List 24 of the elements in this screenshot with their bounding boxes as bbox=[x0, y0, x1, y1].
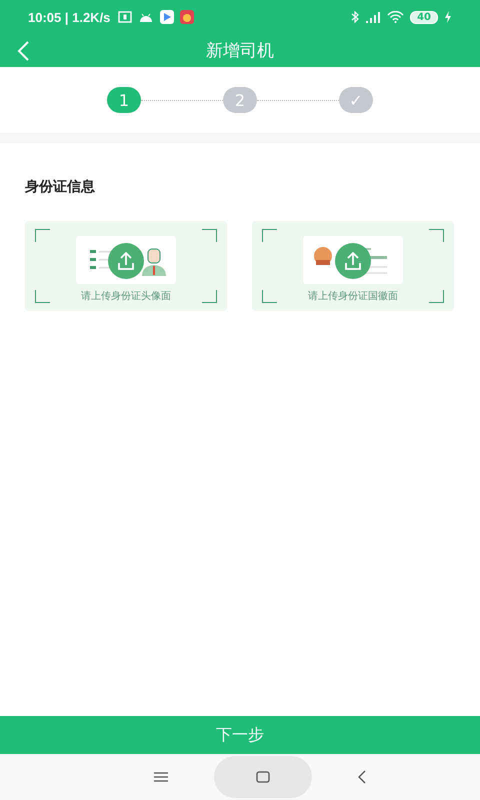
section-title: 身份证信息 bbox=[25, 178, 96, 196]
step-indicator: ✓ bbox=[339, 87, 373, 113]
step-indicator: 2 bbox=[223, 87, 257, 113]
signal-icon bbox=[365, 12, 382, 22]
wifi-icon bbox=[387, 11, 404, 23]
charging-icon bbox=[444, 11, 452, 23]
next-button[interactable]: 下一步 bbox=[0, 716, 480, 754]
upload-icon bbox=[108, 243, 144, 279]
play-icon bbox=[160, 10, 174, 24]
upload-icon bbox=[335, 243, 371, 279]
id-upload-card[interactable]: 请上传身份证国徽面 bbox=[252, 221, 454, 311]
square-icon bbox=[256, 771, 270, 783]
sim-card-icon bbox=[118, 11, 132, 23]
bluetooth-icon bbox=[351, 11, 360, 23]
status-time: 10:05 | 1.2K/s bbox=[28, 10, 110, 24]
step-indicator: 1 bbox=[107, 87, 141, 113]
menu-icon[interactable] bbox=[152, 771, 169, 783]
battery-indicator: 40 bbox=[410, 10, 438, 24]
back-icon bbox=[16, 40, 30, 62]
back-nav-icon[interactable] bbox=[357, 770, 368, 784]
android-icon bbox=[138, 11, 154, 23]
app-icon bbox=[180, 10, 194, 24]
page-title: 新增司机 bbox=[206, 40, 274, 62]
id-upload-card[interactable]: 请上传身份证头像面 bbox=[25, 221, 227, 311]
